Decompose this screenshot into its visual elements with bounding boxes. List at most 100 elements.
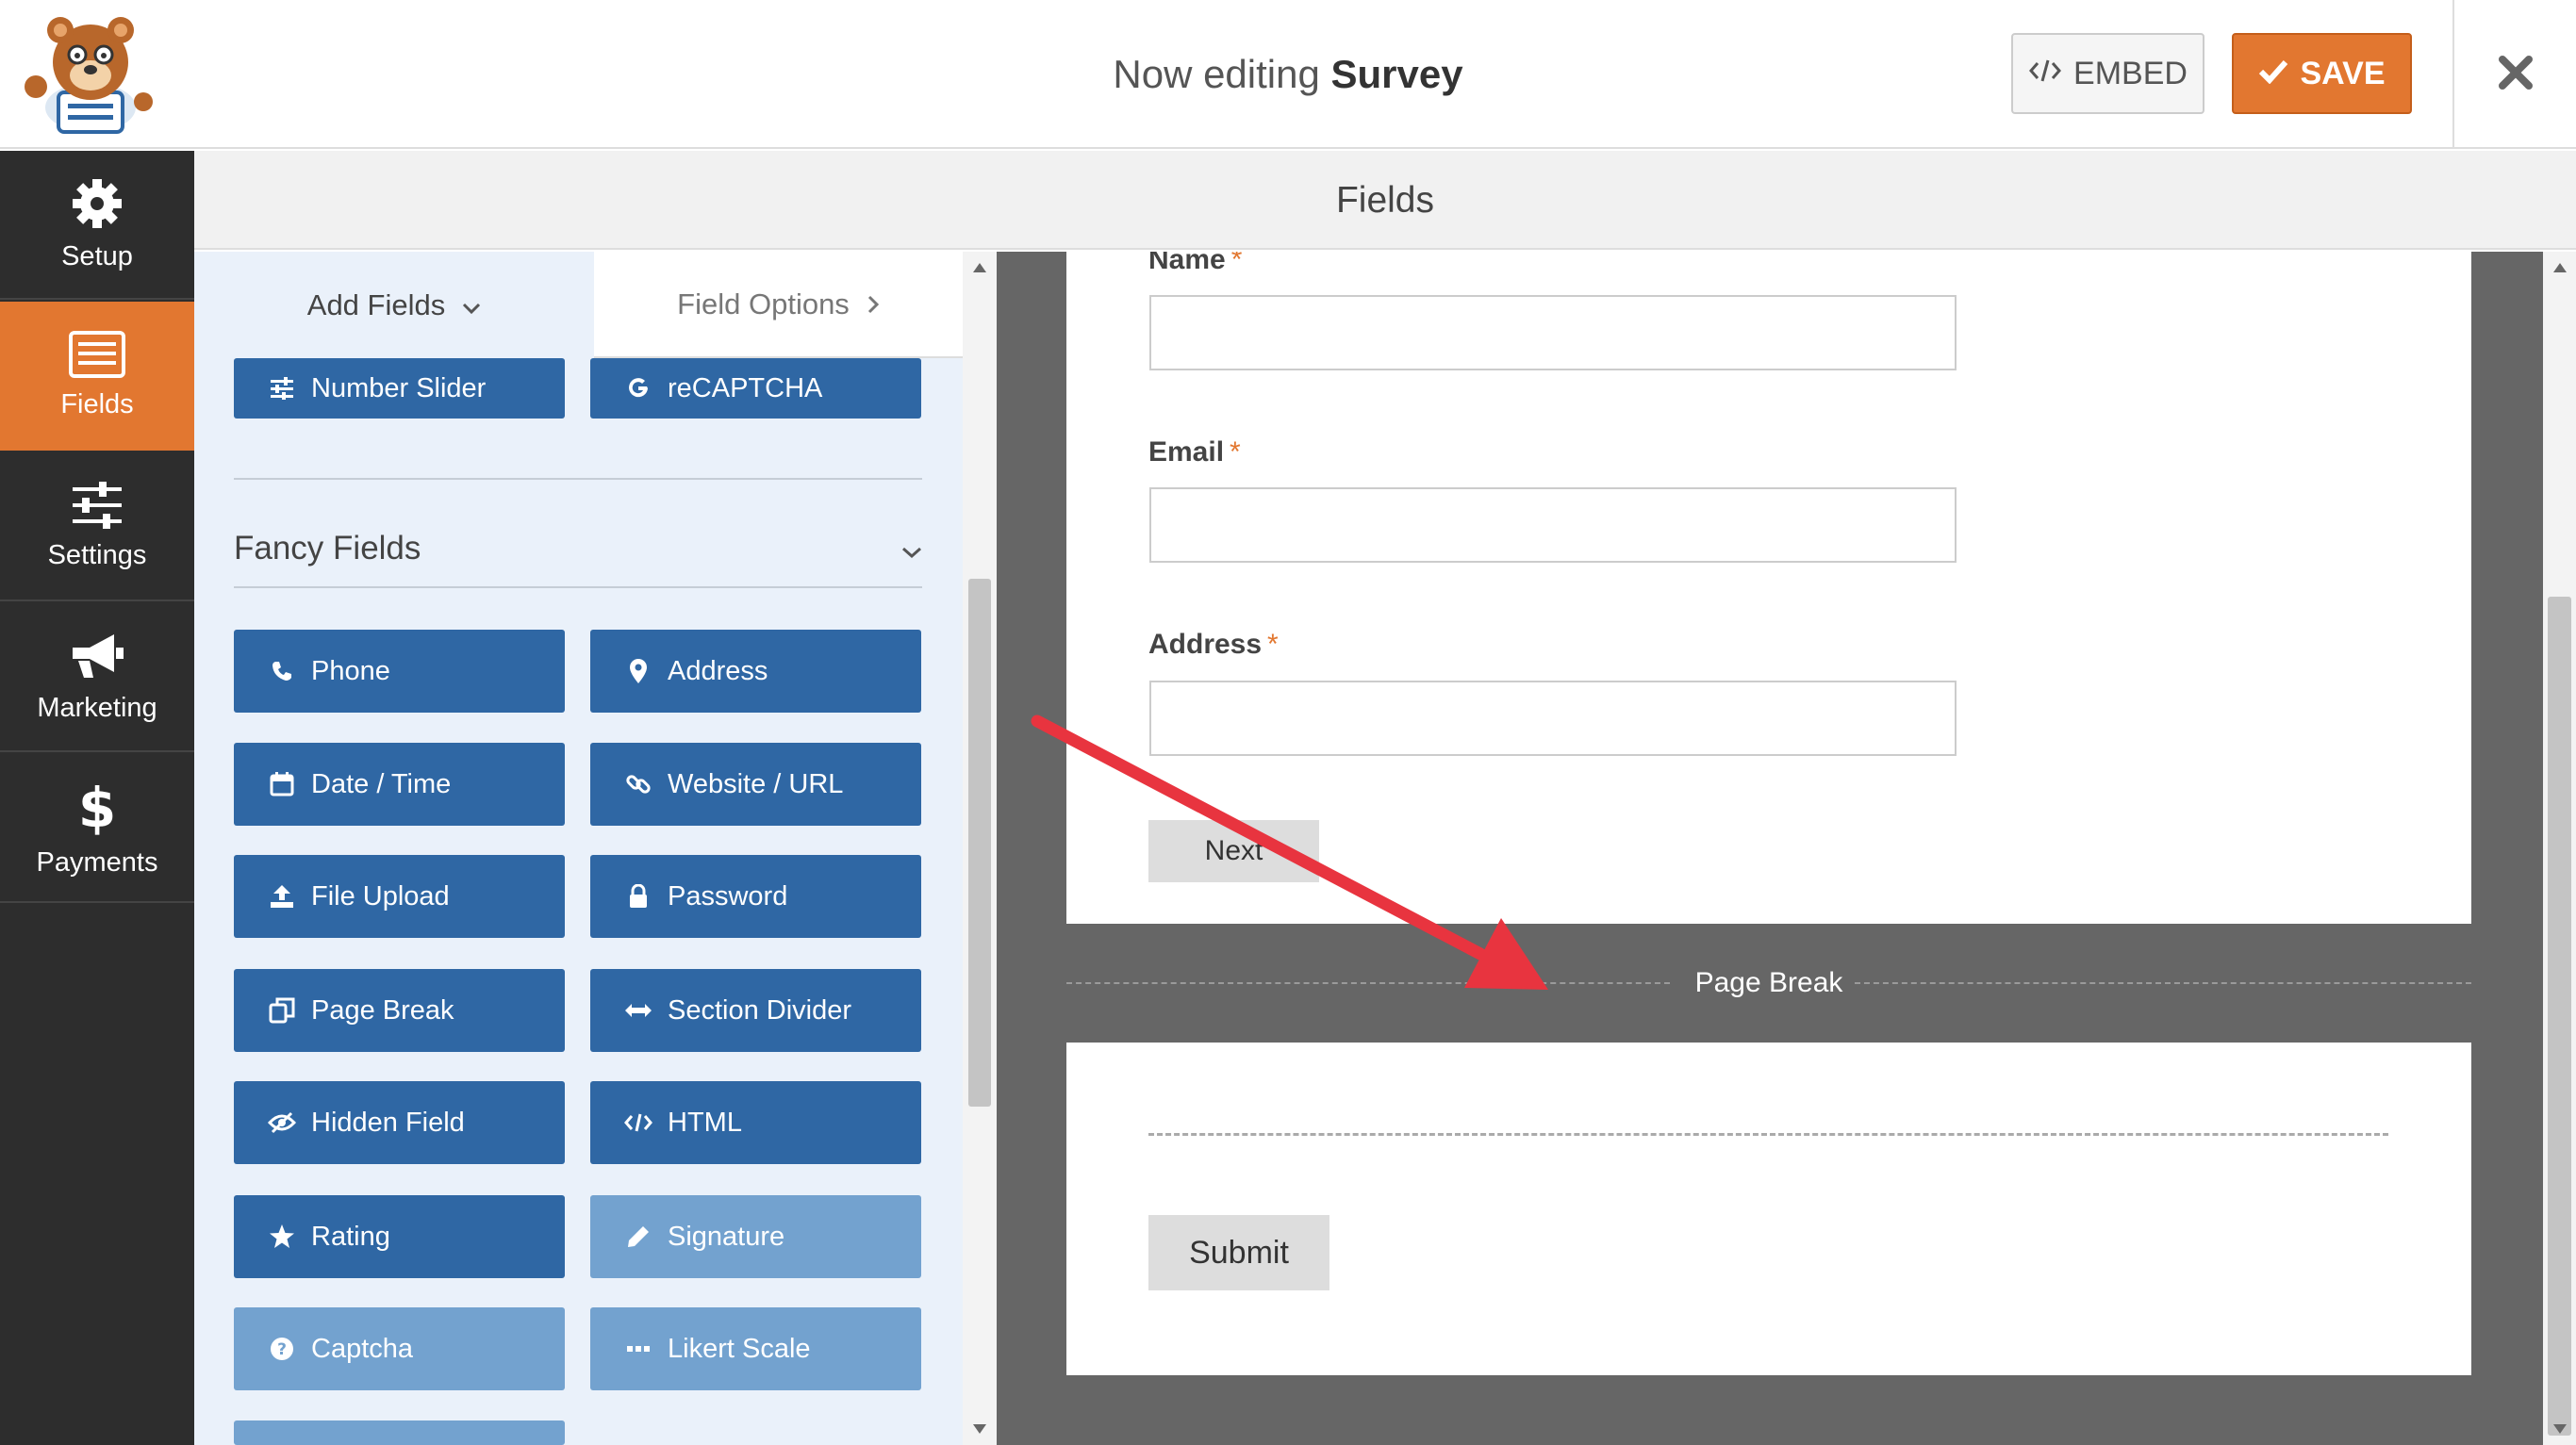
google-icon	[624, 374, 652, 402]
field-button-recaptcha[interactable]: reCAPTCHA	[590, 358, 921, 419]
email-input[interactable]	[1149, 487, 1957, 563]
field-button-captcha[interactable]: ? Captcha	[234, 1307, 565, 1390]
field-label-address[interactable]: Address *	[1148, 629, 1279, 661]
chevron-right-icon	[867, 287, 880, 321]
sidebar-item-payments[interactable]: $ Payments	[0, 754, 194, 903]
page-break-label: Page Break	[1694, 967, 1843, 998]
field-button-label: File Upload	[311, 880, 450, 911]
field-button-rating[interactable]: Rating	[234, 1195, 565, 1278]
field-label-email[interactable]: Email *	[1148, 436, 1241, 468]
chevron-down-icon	[901, 530, 922, 567]
field-button-label: Address	[668, 655, 768, 686]
close-icon	[2497, 54, 2535, 96]
submit-button[interactable]: Submit	[1148, 1215, 1329, 1290]
sidebar-item-marketing[interactable]: Marketing	[0, 603, 194, 752]
field-button-address[interactable]: Address	[590, 630, 921, 713]
group-divider	[234, 586, 922, 588]
scroll-down-icon[interactable]	[2553, 1424, 2567, 1434]
fields-panel: Add Fields Field Options Number Slider r…	[194, 252, 963, 1445]
scroll-up-icon[interactable]	[2553, 263, 2567, 272]
pencil-icon	[624, 1223, 652, 1251]
tab-label: Add Fields	[306, 287, 446, 321]
field-button-password[interactable]: Password	[590, 855, 921, 938]
arrows-h-icon	[624, 996, 652, 1025]
scrollbar-thumb[interactable]	[2548, 597, 2571, 1436]
tab-add-fields[interactable]: Add Fields	[194, 252, 594, 358]
code-icon	[624, 1108, 652, 1137]
next-button[interactable]: Next	[1148, 820, 1319, 882]
page-break-divider[interactable]: Page Break	[1066, 924, 2471, 1043]
sidebar-item-label: Payments	[36, 846, 158, 878]
star-icon	[268, 1223, 296, 1251]
code-icon	[2028, 56, 2062, 92]
field-button-page-break[interactable]: Page Break	[234, 969, 565, 1052]
save-button[interactable]: SAVE	[2232, 33, 2412, 114]
gear-icon	[71, 177, 124, 230]
field-button-partial[interactable]	[234, 1420, 565, 1445]
address-input[interactable]	[1149, 681, 1957, 756]
close-button[interactable]	[2452, 0, 2576, 149]
list-form-icon	[69, 330, 125, 378]
sidebar-item-setup[interactable]: Setup	[0, 151, 194, 300]
field-button-label: Phone	[311, 655, 390, 686]
calendar-icon	[268, 770, 296, 798]
field-button-label: Section Divider	[668, 994, 852, 1026]
field-button-file-upload[interactable]: File Upload	[234, 855, 565, 938]
field-label-name[interactable]: Name *	[1148, 252, 1242, 276]
field-button-likert-scale[interactable]: Likert Scale	[590, 1307, 921, 1390]
field-button-label: HTML	[668, 1107, 742, 1138]
page-separator-line	[1148, 1133, 2388, 1136]
fancy-fields-group-header[interactable]: Fancy Fields	[234, 516, 922, 582]
tab-field-options[interactable]: Field Options	[594, 252, 963, 358]
name-input[interactable]	[1149, 295, 1957, 370]
field-button-label: Captcha	[311, 1333, 414, 1364]
copy-icon	[268, 996, 296, 1025]
field-button-label: Signature	[668, 1221, 785, 1252]
embed-label: EMBED	[2073, 55, 2188, 91]
form-name: Survey	[1330, 52, 1463, 96]
phone-icon	[268, 657, 296, 685]
sidebar-item-fields[interactable]: Fields	[0, 302, 194, 451]
sidebar-item-label: Marketing	[37, 692, 157, 723]
embed-button[interactable]: EMBED	[2011, 33, 2204, 114]
panel-scrollbar[interactable]	[963, 252, 997, 1445]
eye-slash-icon	[268, 1108, 296, 1137]
top-bar: Now editing Survey EMBED SAVE	[0, 0, 2576, 149]
field-button-label: Date / Time	[311, 768, 452, 799]
field-button-label: reCAPTCHA	[668, 372, 823, 403]
upload-icon	[268, 882, 296, 911]
form-card: Name * Email * Address * Next Page Break Su…	[1066, 252, 2471, 1375]
megaphone-icon	[69, 631, 125, 681]
field-button-section-divider[interactable]: Section Divider	[590, 969, 921, 1052]
sidebar-item-settings[interactable]: Settings	[0, 452, 194, 601]
group-title: Fancy Fields	[234, 530, 421, 567]
preview-scrollbar[interactable]	[2543, 252, 2576, 1445]
form-preview: Name * Email * Address * Next Page Break Su…	[997, 252, 2543, 1445]
svg-text:$: $	[78, 778, 116, 836]
field-button-date-time[interactable]: Date / Time	[234, 743, 565, 826]
sidebar-item-label: Fields	[60, 388, 134, 419]
ellipsis-icon	[624, 1335, 652, 1363]
field-button-number-slider[interactable]: Number Slider	[234, 358, 565, 419]
section-title: Fields	[194, 151, 2576, 250]
scroll-down-icon[interactable]	[973, 1424, 986, 1434]
field-button-html[interactable]: HTML	[590, 1081, 921, 1164]
sliders-icon	[71, 481, 124, 529]
check-icon	[2258, 56, 2288, 92]
field-button-label: Website / URL	[668, 768, 844, 799]
svg-text:?: ?	[277, 1340, 287, 1359]
field-button-phone[interactable]: Phone	[234, 630, 565, 713]
field-button-label: Page Break	[311, 994, 454, 1026]
field-button-label: Hidden Field	[311, 1107, 465, 1138]
field-button-hidden-field[interactable]: Hidden Field	[234, 1081, 565, 1164]
field-button-website-url[interactable]: Website / URL	[590, 743, 921, 826]
dollar-icon: $	[78, 778, 116, 836]
scrollbar-thumb[interactable]	[968, 579, 991, 1107]
field-button-label: Likert Scale	[668, 1333, 811, 1364]
save-label: SAVE	[2300, 55, 2386, 91]
field-button-signature[interactable]: Signature	[590, 1195, 921, 1278]
field-button-label: Number Slider	[311, 372, 487, 403]
tab-label: Field Options	[677, 287, 850, 320]
scroll-up-icon[interactable]	[973, 263, 986, 272]
field-button-label: Rating	[311, 1221, 390, 1252]
